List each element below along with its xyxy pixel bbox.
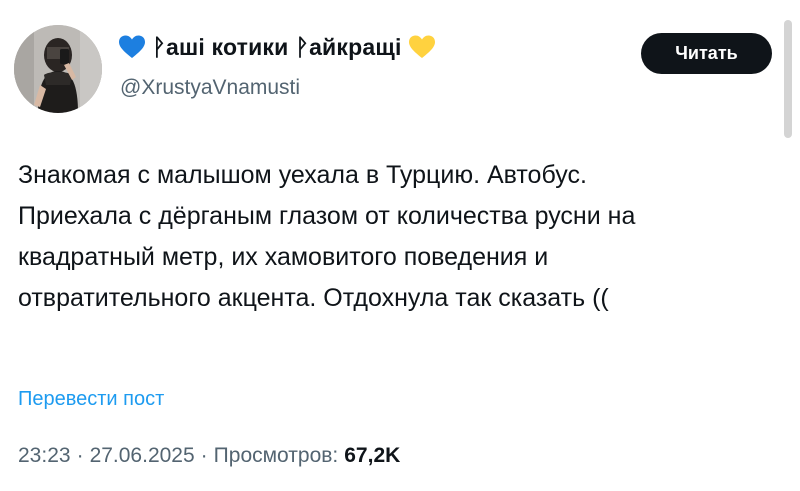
- yellow-heart-icon: [408, 35, 435, 58]
- tweet-text-line: квадратный метр, их хамовитого поведения…: [18, 243, 549, 271]
- avatar-image: [14, 25, 102, 113]
- avatar[interactable]: [14, 25, 102, 113]
- author-handle[interactable]: @XrustyaVnamusti: [120, 76, 300, 100]
- meta-separator: ·: [200, 444, 208, 467]
- translate-post-link[interactable]: Перевести пост: [18, 388, 164, 411]
- author-display-name: ᚹаші котики ᚹайкращі: [152, 33, 402, 60]
- tweet-text-line: отвратительного акцента. Отдохнула так с…: [18, 284, 609, 312]
- post-meta: 23:23 · 27.06.2025 · Просмотров: 67,2K: [18, 444, 400, 468]
- subscribe-button[interactable]: Читать: [641, 33, 772, 74]
- views-count[interactable]: 67,2K: [344, 444, 400, 468]
- tweet-text: Знакомая с малышом уехала в Турцию. Авто…: [18, 155, 778, 319]
- tweet-text-line: Приехала с дёрганым глазом от количества…: [18, 202, 636, 230]
- tweet-text-line: Знакомая с малышом уехала в Турцию. Авто…: [18, 161, 587, 189]
- post-date[interactable]: 27.06.2025: [90, 444, 195, 468]
- views-label: Просмотров:: [213, 444, 339, 467]
- scrollbar[interactable]: [784, 20, 792, 138]
- meta-separator: ·: [76, 444, 84, 467]
- post-container: ᚹаші котики ᚹайкращі @XrustyaVnamusti Чи…: [0, 0, 800, 491]
- author-name-row[interactable]: ᚹаші котики ᚹайкращі: [118, 32, 436, 62]
- post-time[interactable]: 23:23: [18, 444, 71, 468]
- blue-heart-icon: [119, 35, 145, 58]
